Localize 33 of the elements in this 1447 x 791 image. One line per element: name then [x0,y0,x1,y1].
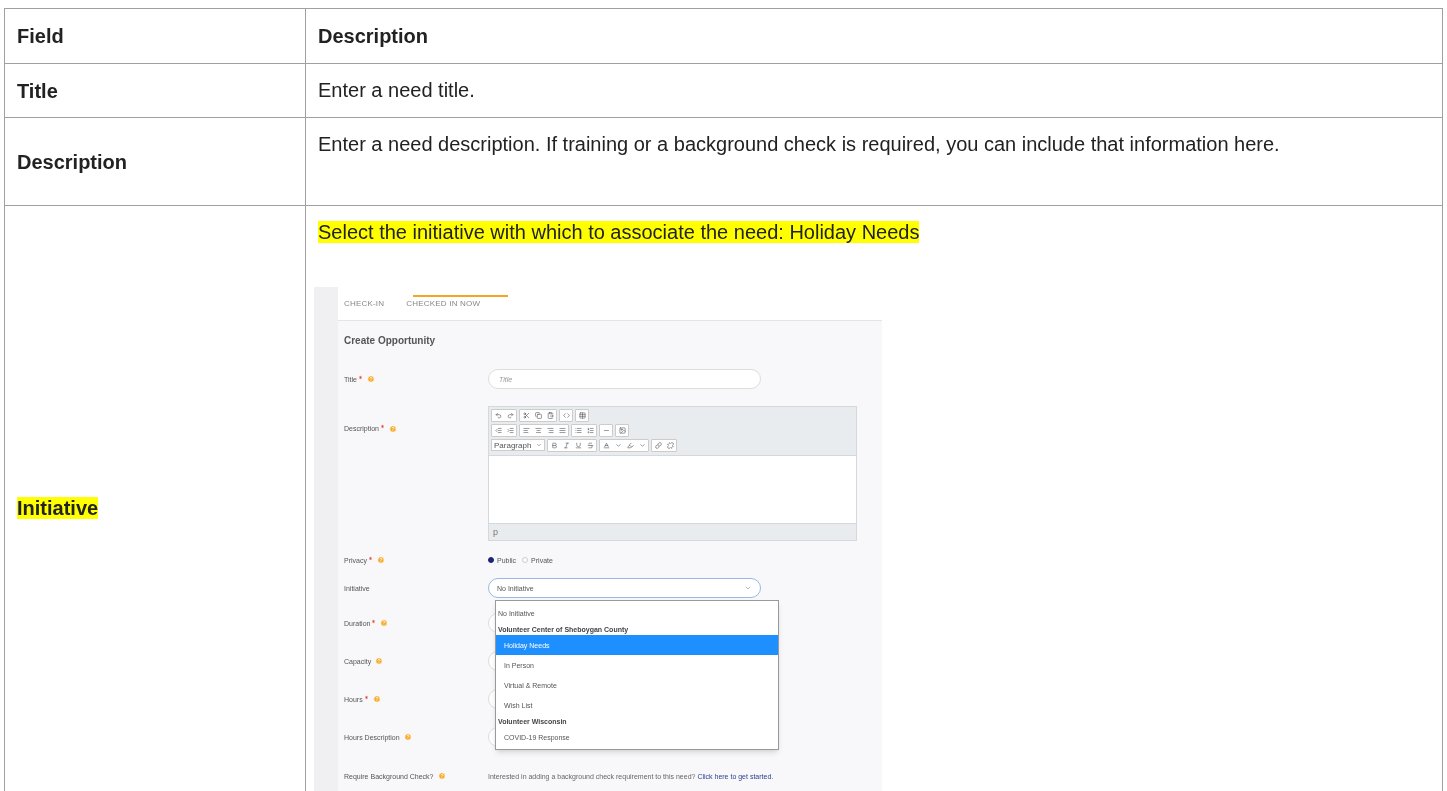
unlink-icon[interactable] [664,440,676,451]
editor-area[interactable] [489,455,856,524]
align-center-icon[interactable] [532,425,544,436]
tab[interactable]: CHECK-IN [344,289,385,318]
field-name: Description [17,150,128,173]
bullet-list-icon[interactable] [572,425,584,436]
caret-icon [536,442,542,448]
tab[interactable]: CHECKED IN NOW [406,289,481,318]
field-name: Title [17,79,58,102]
field-name: Initiative [17,496,99,519]
indent-icon[interactable] [504,425,516,436]
cut-icon[interactable] [520,410,532,421]
image-icon[interactable] [616,425,628,436]
code-icon[interactable] [560,410,572,421]
copy-icon[interactable] [532,410,544,421]
chevron-down-icon [744,584,752,592]
link-icon[interactable] [652,440,664,451]
column-header: Field [4,8,306,64]
table-icon[interactable] [576,410,588,421]
field-description: Enter a need title. [318,79,475,101]
editor-status-path: p [493,525,498,539]
column-header: Description [305,8,1443,64]
highlight-icon[interactable] [624,440,636,451]
rich-text-editor[interactable]: Paragraph p [488,406,857,541]
align-left-icon[interactable] [520,425,532,436]
field-description: Select the initiative with which to associate the need: Holiday Needs [318,221,920,243]
form-heading: Create Opportunity [344,334,436,348]
field-description: Enter a need description. If training or a background check is required, you can include that information here. [318,133,1280,155]
align-justify-icon[interactable] [556,425,568,436]
format-select[interactable]: Paragraph [491,439,545,451]
numbered-list-icon[interactable] [584,425,596,436]
outdent-icon[interactable] [492,425,504,436]
align-right-icon[interactable] [544,425,556,436]
